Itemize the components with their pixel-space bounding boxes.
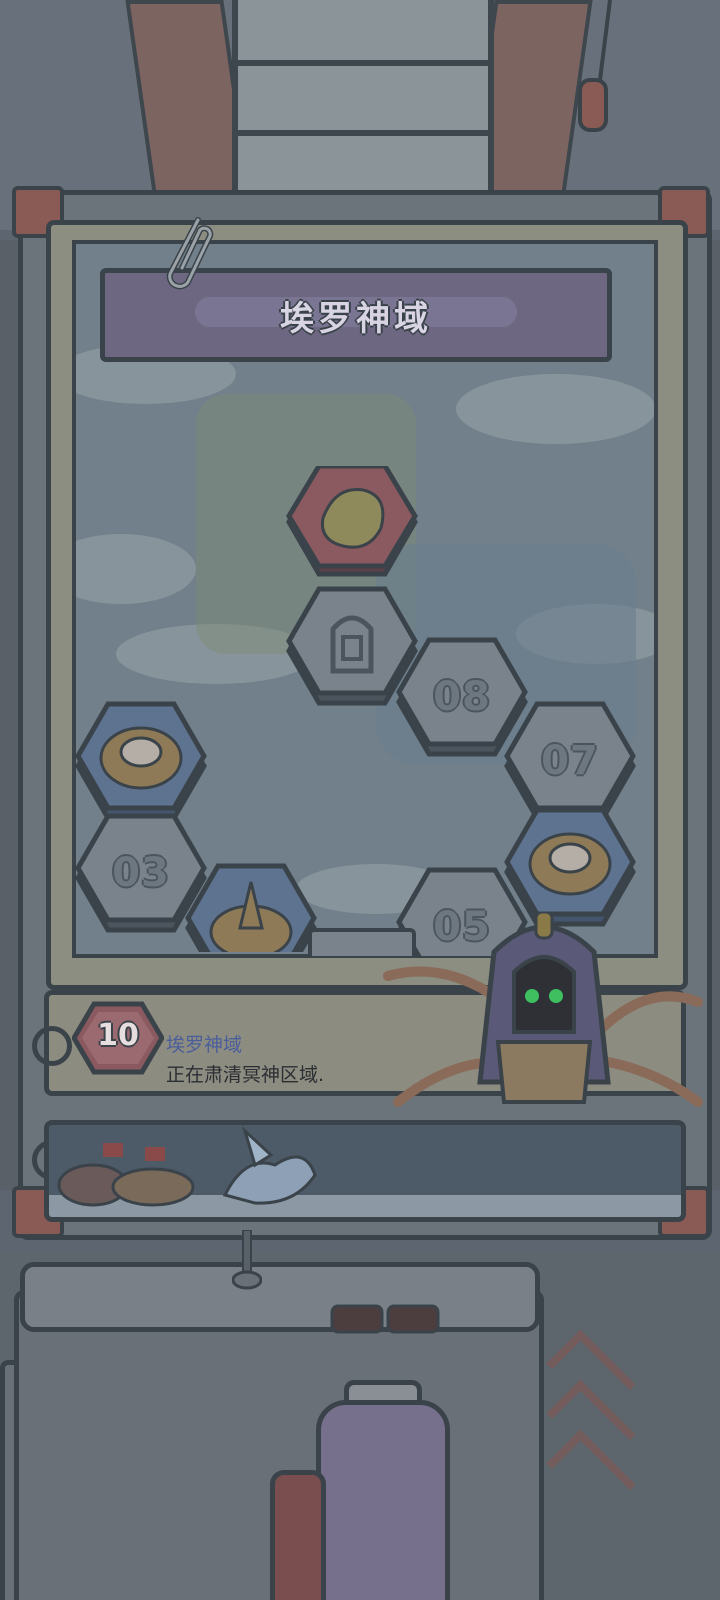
joystick-icon[interactable] xyxy=(232,1230,262,1290)
paperclip-icon xyxy=(166,217,214,290)
info-region-title: 埃罗神域 xyxy=(166,1034,243,1056)
binder-ring xyxy=(32,1026,72,1066)
dragon-mount-icon xyxy=(222,1126,317,1205)
map-tile-snake-egg[interactable] xyxy=(184,862,318,952)
hex-shape xyxy=(75,701,207,821)
game-scene: 埃罗神域 08 07 03 05 10 埃罗神域 正在肃清冥神区域. xyxy=(0,0,720,1600)
info-status-text: 正在肃清冥神区域. xyxy=(166,1064,325,1086)
region-title: 埃罗神域 xyxy=(280,299,432,339)
fire-extinguisher-icon xyxy=(270,1470,326,1600)
pharaoh-boss-icon xyxy=(383,912,703,1107)
ceiling-window xyxy=(232,0,494,196)
hex-shape xyxy=(286,466,418,577)
map-tile-current[interactable] xyxy=(285,466,419,590)
cloud xyxy=(456,374,654,444)
battle-progress-strip xyxy=(44,1120,686,1222)
hex-shape xyxy=(185,863,317,952)
map-tile-treasure-left[interactable] xyxy=(74,700,208,824)
cloud xyxy=(76,534,196,604)
tile-label: 07 xyxy=(541,738,599,784)
level-badge: 10 xyxy=(71,1000,165,1076)
specimen-jar xyxy=(316,1400,450,1600)
army-group-icon xyxy=(57,1143,195,1207)
level-number: 10 xyxy=(97,1018,139,1053)
control-desk-top xyxy=(20,1262,540,1332)
hanging-hook-icon xyxy=(578,0,612,132)
control-buttons-icon[interactable] xyxy=(330,1300,440,1340)
